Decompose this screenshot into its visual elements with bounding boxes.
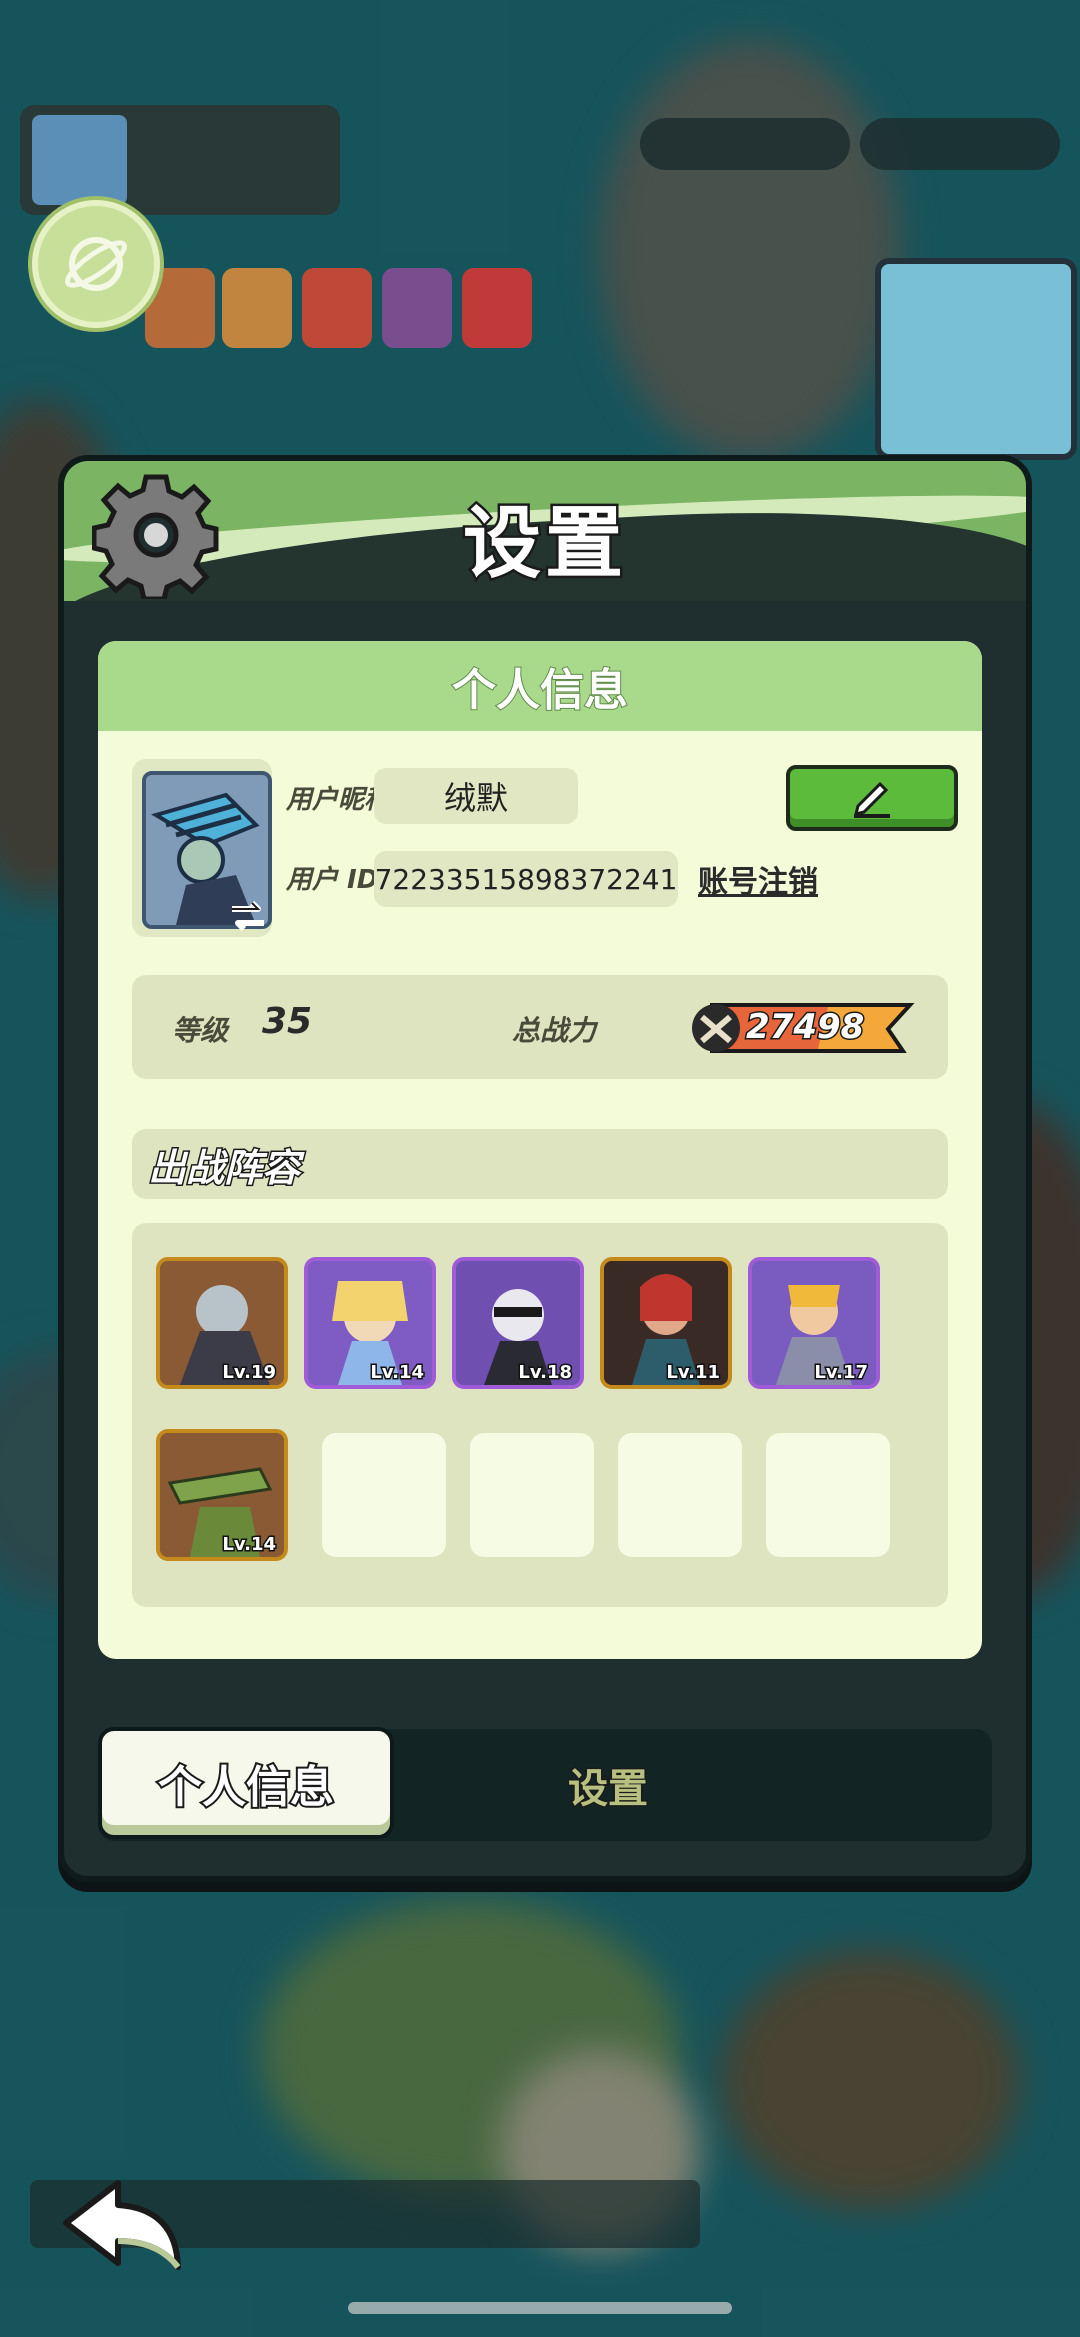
back-arrow-icon[interactable] bbox=[58, 2175, 193, 2275]
user-id-label: 用户 ID bbox=[286, 865, 379, 895]
cancel-account-link[interactable]: 账号注销 bbox=[676, 851, 840, 907]
hud-avatar bbox=[32, 115, 127, 205]
edit-nickname-button[interactable] bbox=[786, 765, 958, 831]
nickname-field: 绒默 bbox=[374, 768, 578, 824]
hero-level: Lv.14 bbox=[369, 1361, 426, 1385]
empty-hero-slot[interactable] bbox=[618, 1433, 742, 1557]
swap-avatar-icon[interactable] bbox=[228, 899, 268, 933]
hero-card[interactable]: Lv.18 bbox=[452, 1257, 584, 1389]
gold-resource bbox=[860, 118, 1060, 170]
tab-settings[interactable]: 设置 bbox=[478, 1729, 738, 1841]
hero-card[interactable]: Lv.17 bbox=[748, 1257, 880, 1389]
planet-button[interactable] bbox=[32, 200, 160, 328]
hero-card[interactable]: Lv.19 bbox=[156, 1257, 288, 1389]
event-icon bbox=[222, 268, 292, 348]
event-icon bbox=[302, 268, 372, 348]
level-label: 等级 bbox=[172, 1014, 229, 1047]
dialog-title: 设置 bbox=[460, 497, 627, 592]
power-badge: 27498 bbox=[688, 999, 918, 1057]
settings-dialog: 设置 个人信息 用户昵称 绒默 用户 ID 72233515898372241 … bbox=[58, 455, 1032, 1882]
pencil-icon bbox=[853, 781, 890, 818]
hero-card[interactable]: Lv.11 bbox=[600, 1257, 732, 1389]
planet-icon bbox=[65, 237, 127, 291]
hero-level: Lv.17 bbox=[813, 1361, 870, 1385]
power-label: 总战力 bbox=[512, 1014, 597, 1047]
stats-bar: 等级 35 总战力 27498 bbox=[132, 975, 948, 1079]
hero-level: Lv.19 bbox=[221, 1361, 278, 1385]
card-title: 个人信息 bbox=[98, 641, 982, 731]
empty-hero-slot[interactable] bbox=[766, 1433, 890, 1557]
hero-level: Lv.14 bbox=[221, 1533, 278, 1557]
user-id-field: 72233515898372241 bbox=[374, 851, 678, 907]
lineup-grid: Lv.19 Lv.14 Lv.18 Lv.11 Lv.17 Lv.14 bbox=[132, 1223, 948, 1607]
power-value: 27498 bbox=[744, 1006, 865, 1049]
empty-hero-slot[interactable] bbox=[470, 1433, 594, 1557]
lineup-title: 出战阵容 bbox=[132, 1129, 948, 1199]
hero-level: Lv.11 bbox=[665, 1361, 722, 1385]
hero-card[interactable]: Lv.14 bbox=[304, 1257, 436, 1389]
level-value: 35 bbox=[262, 1001, 313, 1042]
event-icon bbox=[462, 268, 532, 348]
hero-card[interactable]: Lv.14 bbox=[156, 1429, 288, 1561]
tab-profile[interactable]: 个人信息 bbox=[98, 1727, 394, 1839]
gem-resource bbox=[640, 118, 850, 170]
profile-card: 个人信息 用户昵称 绒默 用户 ID 72233515898372241 账号注… bbox=[98, 641, 982, 1659]
hero-level: Lv.18 bbox=[517, 1361, 574, 1385]
dialog-tabs: 个人信息 设置 bbox=[98, 1727, 992, 1841]
avatar-frame[interactable] bbox=[132, 759, 272, 937]
empty-hero-slot[interactable] bbox=[322, 1433, 446, 1557]
event-icon bbox=[382, 268, 452, 348]
minimap bbox=[875, 258, 1077, 460]
home-indicator[interactable] bbox=[348, 2302, 732, 2314]
